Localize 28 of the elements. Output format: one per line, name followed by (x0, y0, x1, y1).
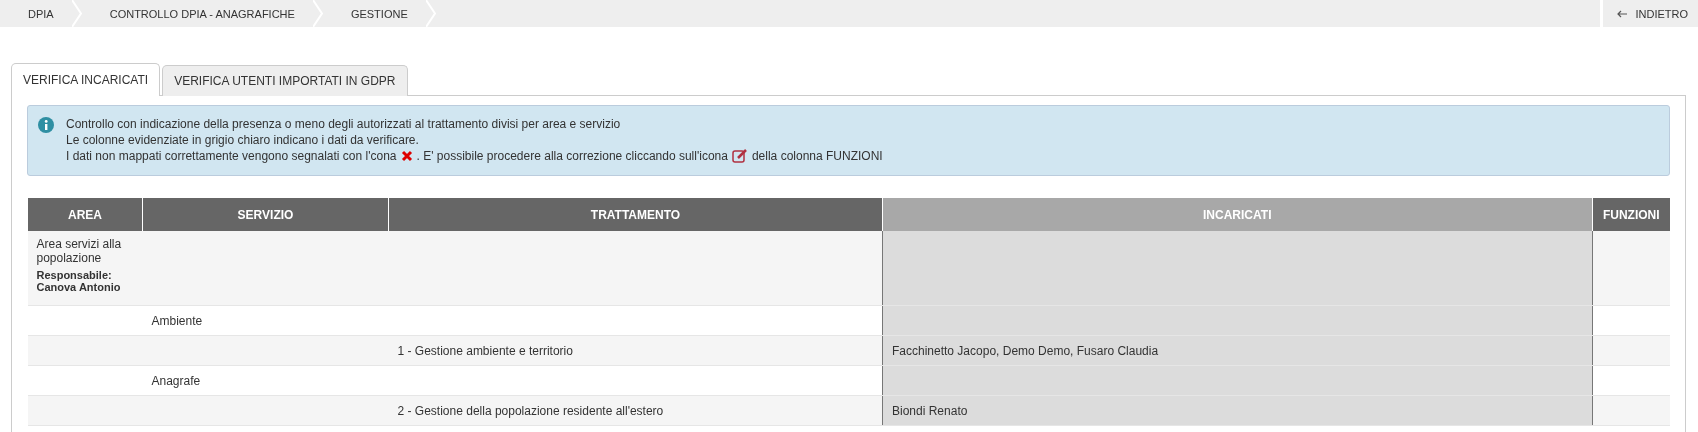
column-header: TRATTAMENTO (388, 198, 883, 231)
breadcrumb-item[interactable]: DPIA (0, 0, 72, 27)
table-cell-text: Anagrafe (151, 373, 201, 388)
breadcrumb-item[interactable]: GESTIONE (322, 0, 426, 27)
area-name: Area servizi alla popolazione (36, 237, 123, 265)
breadcrumb-item[interactable]: CONTROLLO DPIA - ANAGRAFICHE (81, 0, 313, 27)
table-cell-text: 2 - Gestione della popolazione residente all'estero (397, 403, 664, 418)
info-text: . E' possibile procedere alla correzione cliccando sull'icona (416, 148, 728, 164)
info-icon (38, 117, 54, 133)
info-text: I dati non mappati correttamente vengono segnalati con l'cona (66, 148, 397, 164)
column-header: SERVIZIO (142, 198, 389, 231)
table-cell-text: 1 - Gestione ambiente e territorio (397, 343, 573, 358)
responsabile-name: Canova Antonio (36, 281, 122, 293)
tab[interactable]: VERIFICA UTENTI IMPORTATI IN GDPR (162, 65, 408, 96)
info-text: Controllo con indicazione della presenza o meno degli autorizzati al trattamento divisi per area e servizio (66, 116, 622, 132)
table-cell-text: Facchinetto Jacopo, Demo Demo, Fusaro Claudia (892, 343, 1159, 358)
edit-icon (731, 148, 748, 164)
column-header: INCARICATI (882, 198, 1592, 231)
tab[interactable]: VERIFICA INCARICATI (11, 63, 161, 96)
info-text: della colonna FUNZIONI (751, 148, 883, 164)
responsabile-label: Responsabile: (36, 269, 113, 281)
table-cell-text: Ambiente (151, 313, 203, 328)
table-cell-text: Biondi Renato (892, 403, 968, 418)
info-text: Le colonne evidenziate in grigio chiaro indicano i dati da verificare. (66, 132, 420, 148)
column-header: FUNZIONI (1592, 198, 1670, 231)
close-icon (400, 150, 413, 162)
column-header: AREA (27, 198, 143, 231)
arrow-left-icon (1617, 9, 1628, 18)
